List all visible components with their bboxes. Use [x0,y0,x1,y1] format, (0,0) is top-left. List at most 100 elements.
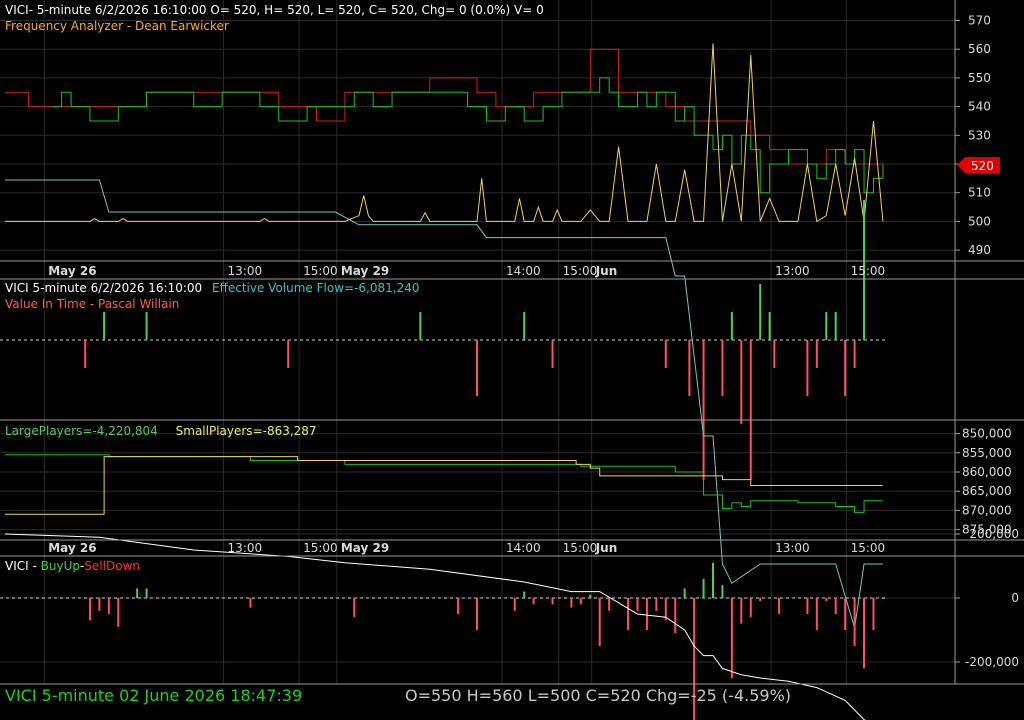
p2-bar-3 [287,340,290,368]
p4-bar-27 [702,578,705,598]
p4-bar-4 [136,588,139,598]
p4-bar-32 [749,598,752,618]
p2-bar-16 [768,312,771,340]
p4-bar-35 [806,598,809,614]
x-tick-label-row0-5: 15:00 [563,264,598,278]
p4-bar-31 [740,598,743,624]
p4-bar-18 [608,598,611,611]
p4-y-tick-label-2: -200,000 [965,655,1019,669]
p1-y-tick-label-5: 540 [968,100,991,114]
panel4-header: VICI - BuyUp-SellDown [5,559,140,573]
panel3-small-players: SmallPlayers=-863,287 [176,424,317,438]
x-tick-label-row1-2: 15:00 [303,541,338,555]
p4-bar-11 [523,591,526,598]
panel2-symbol: VICI 5-minute 6/2/2026 16:10:00 [5,281,202,295]
p4-bar-8 [457,598,460,614]
panel1-header-line2: Frequency Analyzer - Dean Earwicker [5,19,229,33]
p4-bar-13 [551,598,554,605]
panel2-header-line1: VICI 5-minute 6/2/2026 16:10:00 Effectiv… [5,281,419,295]
x-tick-label-row1-8: 15:00 [851,541,886,555]
p3-y-tick-label-3: 865,000 [962,484,1012,498]
p2-bar-10 [702,340,705,480]
p4-bar-41 [863,598,866,669]
p2-bar-13 [740,340,743,424]
p1-y-tick-label-1: 500 [968,214,991,228]
p2-bar-1 [103,312,106,340]
p1-y-tick-label-0: 490 [968,243,991,257]
p4-bar-37 [825,598,828,602]
p1-y-tick-label-4: 530 [968,128,991,142]
chart-canvas: May 26 13:00 15:00 May 29 14:00 15:00Jun 13:00… [0,0,1024,720]
p4-bar-2 [107,598,110,614]
x-tick-label-row0-4: 14:00 [506,264,541,278]
p4-y-tick-label-1: 0 [1011,591,1019,605]
p4-bar-25 [683,588,686,598]
panel4-sell: SellDown [84,559,140,573]
p2-bar-7 [551,340,554,368]
p4-bar-20 [636,598,639,611]
p2-bar-9 [688,340,691,396]
x-tick-label-row0-2: 15:00 [303,264,338,278]
p2-bar-23 [853,340,856,368]
p4-bar-36 [815,598,818,630]
p1-y-tick-label-2: 510 [968,186,991,200]
p2-bar-4 [419,312,422,340]
p4-bar-0 [88,598,91,621]
x-tick-label-row1-4: 14:00 [506,541,541,555]
p4-bar-19 [627,598,630,630]
p3-y-tick-label-0: 850,000 [962,427,1012,441]
p4-bar-40 [853,598,856,646]
p4-bar-29 [721,585,724,598]
p2-bar-17 [773,340,776,368]
status-right: O=550 H=560 L=500 C=520 Chg=-25 (-4.59%) [405,686,791,705]
price-marker-label: 520 [971,159,994,173]
p1-y-tick-label-7: 560 [968,42,991,56]
x-tick-label-row0-1: 13:00 [228,264,263,278]
p2-bar-12 [730,312,733,340]
p4-bar-7 [353,598,356,618]
p2-bar-15 [759,284,762,340]
panel2-indicator: Effective Volume Flow=-6,081,240 [212,281,419,295]
p4-bar-14 [570,598,573,608]
p2-bar-0 [84,340,87,368]
p4-bar-6 [249,598,252,608]
x-tick-label-row1-5: 15:00 [563,541,598,555]
p2-bar-2 [145,312,148,340]
panel3-large-players: LargePlayers=-4,220,804 [5,424,158,438]
p4-bar-43 [881,598,884,599]
p4-bar-5 [145,588,148,598]
p2-bar-8 [664,340,667,368]
p4-bar-12 [532,598,535,605]
p2-bar-6 [523,312,526,340]
chart-background [0,0,1024,720]
panel1-header-line1: VICI- 5-minute 6/2/2026 16:10:00 O= 520,… [5,3,544,17]
x-tick-label-row0-6: Jun [595,264,618,278]
p4-bar-39 [844,598,847,630]
p4-bar-24 [674,598,677,634]
panel2-header-line2: Value In Time - Pascal Willain [5,297,179,311]
p3-y-tick-label-2: 860,000 [962,465,1012,479]
p4-bar-42 [872,598,875,630]
p2-bar-11 [721,340,724,396]
p4-bar-38 [834,598,837,614]
x-tick-label-row0-3: May 29 [341,264,389,278]
last-price-marker: 520 [957,157,1000,173]
p1-y-tick-label-6: 550 [968,71,991,85]
p4-bar-33 [759,598,762,602]
p4-bar-3 [117,598,120,627]
x-tick-label-row1-7: 13:00 [775,541,810,555]
x-tick-label-row1-6: Jun [595,541,618,555]
p1-y-tick-label-8: 570 [968,14,991,28]
p4-bar-15 [579,598,582,605]
p4-bar-34 [778,598,781,614]
p2-bar-22 [844,340,847,396]
p4-bar-10 [513,598,516,611]
p4-bar-30 [730,598,733,678]
x-tick-label-row1-1: 13:00 [228,541,263,555]
p4-bar-1 [98,598,101,611]
status-left: VICI 5-minute 02 June 2026 18:47:39 [5,686,302,705]
p2-bar-18 [806,340,809,396]
x-tick-label-row1-3: May 29 [341,541,389,555]
p2-bar-19 [815,340,818,368]
p3-y-tick-label-4: 870,000 [962,503,1012,517]
